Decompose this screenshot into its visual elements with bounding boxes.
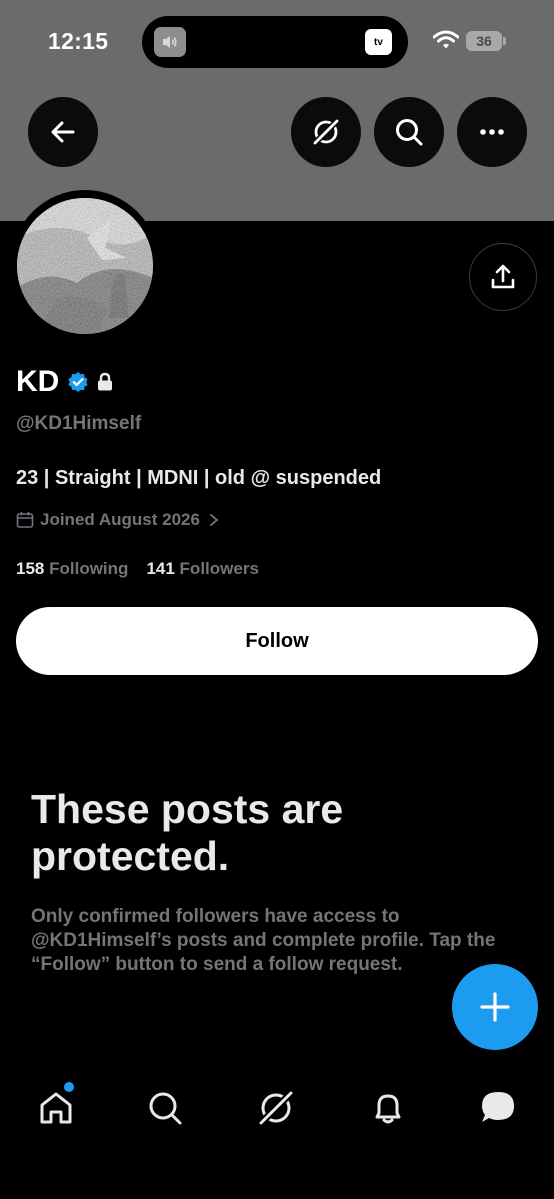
grok-icon: [257, 1089, 295, 1127]
messages-icon: [482, 1092, 514, 1122]
followers-count: 141: [146, 559, 175, 578]
chevron-right-icon: [210, 514, 219, 526]
search-icon: [149, 1092, 182, 1125]
tab-home[interactable]: [26, 1078, 86, 1138]
display-name: KD: [16, 365, 60, 398]
more-button[interactable]: [457, 97, 527, 167]
search-button[interactable]: [374, 97, 444, 167]
search-icon: [396, 119, 423, 146]
apple-tv-label: tv: [374, 36, 383, 48]
plus-icon: [480, 992, 510, 1022]
name-row: KD: [16, 365, 114, 399]
tab-notifications[interactable]: [358, 1078, 418, 1138]
wifi-icon: [432, 30, 460, 55]
avatar[interactable]: [17, 198, 153, 334]
profile-handle: @KD1Himself: [16, 413, 142, 434]
back-arrow-icon: [51, 121, 75, 143]
following-label: Following: [49, 559, 129, 578]
share-icon: [491, 264, 515, 289]
share-button[interactable]: [469, 243, 537, 311]
joined-date[interactable]: Joined August 2026: [16, 510, 220, 530]
joined-label: Joined August 2026: [40, 510, 200, 529]
following-count: 158: [16, 559, 45, 578]
battery-tip: [503, 37, 506, 45]
compose-button[interactable]: [452, 964, 538, 1050]
followers-link[interactable]: 141 Followers: [146, 559, 258, 579]
following-link[interactable]: 158 Following: [16, 559, 128, 579]
grok-button[interactable]: [291, 97, 361, 167]
home-notification-dot: [64, 1082, 74, 1092]
followers-label: Followers: [179, 559, 259, 578]
battery-indicator: 36: [466, 31, 502, 51]
protected-description: Only confirmed followers have access to …: [31, 906, 496, 975]
apple-tv-icon: tv: [365, 29, 392, 55]
tab-search[interactable]: [135, 1078, 195, 1138]
speaker-icon: [154, 27, 186, 57]
tab-messages[interactable]: [468, 1078, 528, 1138]
profile-bio: 23 | Straight | MDNI | old @ suspended: [16, 467, 382, 489]
back-button[interactable]: [28, 97, 98, 167]
battery-level: 36: [476, 33, 492, 49]
bottom-tab-bar: [0, 1078, 554, 1138]
calendar-icon: [16, 512, 34, 528]
lock-icon: [98, 372, 113, 391]
follow-button[interactable]: Follow: [16, 607, 538, 675]
notifications-icon: [375, 1094, 401, 1124]
dynamic-island: tv: [142, 16, 408, 68]
tab-grok[interactable]: [246, 1078, 306, 1138]
grok-icon: [311, 117, 341, 147]
home-icon: [40, 1092, 72, 1124]
status-time: 12:15: [48, 28, 109, 54]
verified-badge-icon[interactable]: [67, 371, 89, 393]
more-icon: [480, 129, 504, 135]
protected-title: These posts are protected.: [31, 786, 344, 879]
follow-stats: 158 Following 141 Followers: [16, 559, 259, 579]
